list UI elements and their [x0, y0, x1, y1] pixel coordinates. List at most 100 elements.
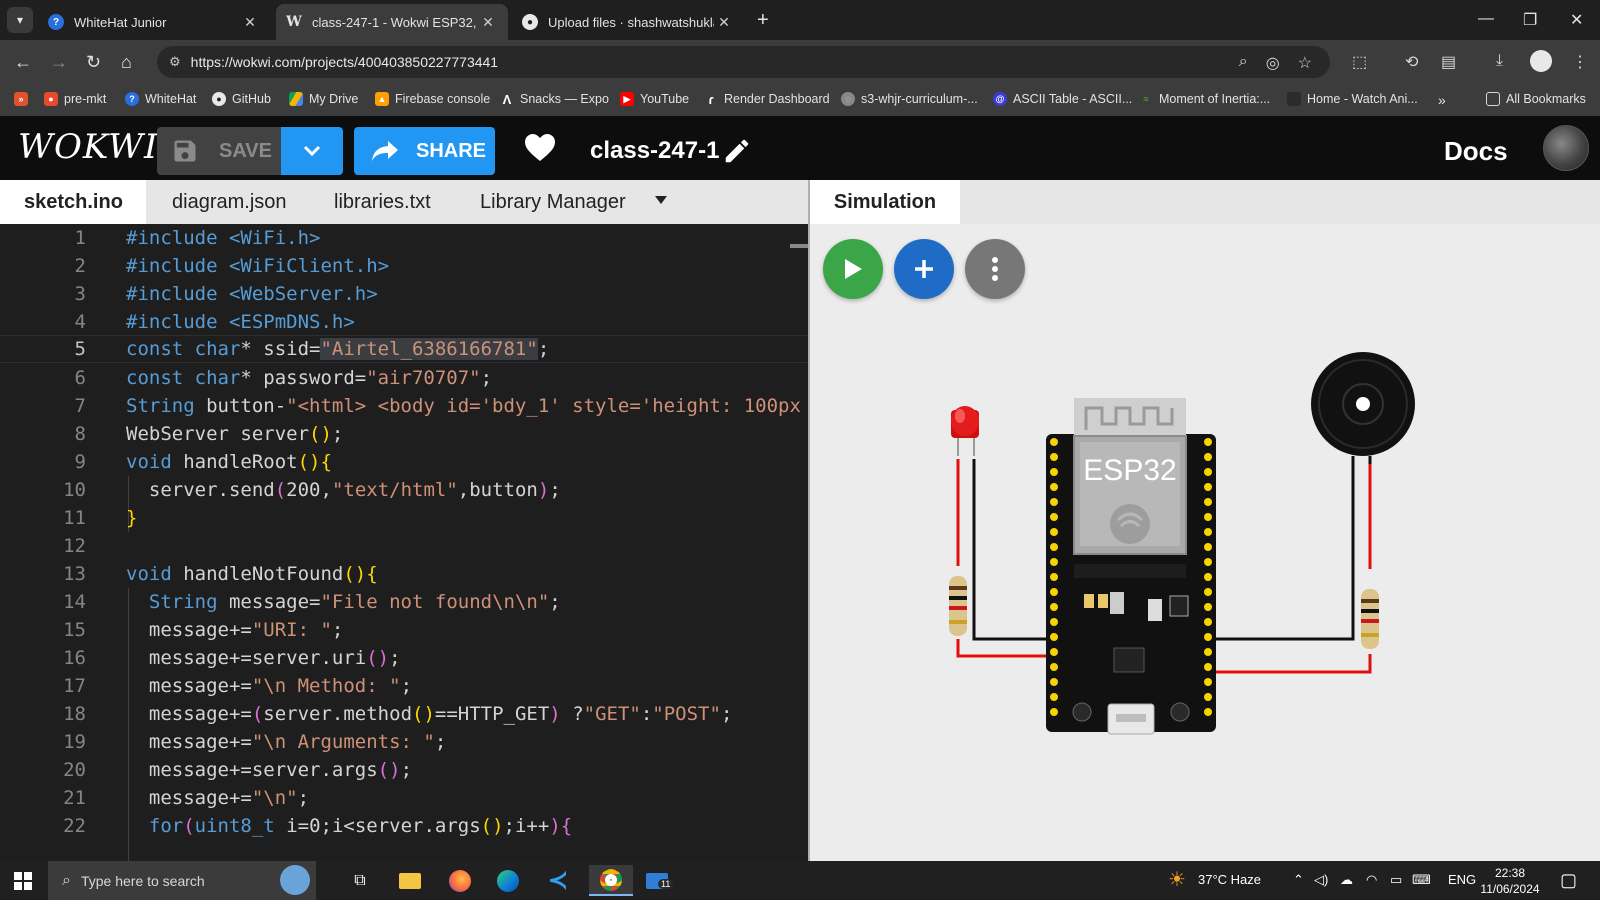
bookmark-pre-mkt[interactable]: ● pre-mkt — [44, 92, 106, 106]
bookmark-star-icon[interactable]: ☆ — [1298, 53, 1312, 73]
wokwi-header: WOKWI SAVE SHARE class-247-1 Docs — [0, 116, 1600, 180]
project-name[interactable]: class-247-1 — [590, 137, 719, 165]
wokwi-logo[interactable]: WOKWI — [18, 127, 158, 167]
code-editor[interactable]: 1 #include <WiFi.h> 2 #include <WiFiClient… — [0, 224, 808, 861]
line-number: 8 — [74, 423, 86, 445]
save-button[interactable]: SAVE — [157, 127, 281, 175]
volume-icon[interactable]: ◁) — [1314, 872, 1328, 888]
avatar[interactable] — [1543, 125, 1589, 171]
new-tab-icon[interactable]: + — [757, 9, 769, 32]
restore-icon[interactable]: ❐ — [1523, 10, 1537, 30]
firefox-icon[interactable] — [443, 865, 477, 896]
share-label: SHARE — [416, 139, 487, 162]
bookmark-label: My Drive — [309, 92, 359, 106]
bookmarks-bar: » ● pre-mkt ? WhiteHat ● GitHub My Drive ▲ F… — [0, 84, 1600, 116]
bookmark-my-drive[interactable]: My Drive — [289, 92, 358, 106]
vscode-icon[interactable]: ≺ — [541, 865, 575, 896]
language-indicator[interactable]: ENG — [1448, 872, 1476, 887]
all-bookmarks[interactable]: All Bookmarks — [1486, 92, 1586, 106]
windows-start-icon[interactable] — [6, 865, 40, 896]
code-text: #include <WebServer.h> — [126, 283, 378, 305]
expo-icon: Λ — [502, 91, 512, 107]
code-line: 14 String message="File not found\n\n"; — [0, 588, 808, 616]
battery-icon[interactable]: ▭ — [1390, 872, 1402, 888]
weather-icon[interactable]: ☀ — [1168, 867, 1186, 892]
eye-slash-icon[interactable]: ◎ — [1266, 53, 1280, 73]
bookmark-label: ASCII Table - ASCII... — [1013, 92, 1133, 106]
zoom-icon[interactable]: ⌕ — [1239, 53, 1248, 73]
reload-icon[interactable]: ↻ — [86, 52, 101, 73]
chrome-icon[interactable] — [589, 865, 633, 896]
whitehat-favicon-icon: ? — [48, 14, 64, 30]
download-icon[interactable]: ⤓ — [1496, 52, 1503, 70]
tabs-dropdown-icon[interactable] — [655, 196, 667, 204]
menu-icon[interactable]: ⋮ — [1572, 52, 1588, 72]
browser-toolbar: ← → ↻ ⌂ ⚙ https://wokwi.com/projects/400… — [0, 40, 1600, 84]
edge-icon[interactable] — [491, 865, 525, 896]
share-arrow-icon — [372, 141, 398, 161]
tab-library-manager[interactable]: Library Manager — [456, 180, 650, 224]
taskbar-search[interactable]: ⌕ Type here to search — [48, 861, 316, 900]
heart-icon[interactable] — [524, 133, 556, 163]
bookmark-whitehat[interactable]: ? WhiteHat — [125, 92, 196, 106]
close-tab-icon[interactable]: ✕ — [714, 14, 734, 31]
bookmark-watch-anime[interactable]: Home - Watch Ani... — [1287, 92, 1418, 106]
save-options-dropdown[interactable] — [281, 127, 343, 175]
forward-icon[interactable]: → — [50, 52, 68, 73]
windows-taskbar: ⌕ Type here to search ⧉ ≺ 11 ☀ 37°C Haze… — [0, 861, 1600, 900]
bookmark-github[interactable]: ● GitHub — [212, 92, 271, 106]
site-info-icon[interactable]: ⚙ — [169, 54, 181, 70]
tab-simulation[interactable]: Simulation — [810, 180, 960, 224]
back-icon[interactable]: ← — [14, 52, 32, 73]
bookmark-render[interactable]: ɾ Render Dashboard — [704, 92, 829, 107]
extensions-icon[interactable]: ⬚ — [1352, 52, 1367, 72]
mail-icon[interactable]: 11 — [640, 865, 674, 896]
code-line: 3 #include <WebServer.h> — [0, 280, 808, 308]
tab-diagram-json[interactable]: diagram.json — [148, 180, 311, 224]
line-number: 10 — [63, 479, 86, 501]
browser-tab-wokwi[interactable]: W class-247-1 - Wokwi ESP32, STM ✕ — [276, 4, 508, 40]
close-tab-icon[interactable]: ✕ — [478, 14, 498, 31]
network-status-icon[interactable]: ☁ — [1340, 872, 1353, 888]
bookmark-youtube[interactable]: ▶ YouTube — [620, 92, 689, 106]
board-label: ESP32 — [1083, 454, 1176, 487]
bookmark-s3-whjr[interactable]: ◌ s3-whjr-curriculum-... — [841, 92, 978, 106]
profile-icon[interactable] — [1530, 50, 1552, 72]
keyboard-icon[interactable]: ⌨ — [1412, 872, 1431, 888]
clock[interactable]: 22:38 11/06/2024 — [1480, 865, 1540, 897]
uri-string: "URI: " — [251, 619, 332, 641]
close-window-icon[interactable]: ✕ — [1570, 10, 1583, 30]
minimize-icon[interactable]: — — [1478, 10, 1494, 28]
docs-link[interactable]: Docs — [1444, 136, 1508, 167]
show-hidden-icons-icon[interactable]: ⌃ — [1293, 872, 1304, 888]
apps-icon[interactable]: » — [14, 92, 34, 106]
bookmark-snacks-expo[interactable]: Λ Snacks — Expo — [500, 91, 609, 107]
browser-tab-whitehat[interactable]: ? WhiteHat Junior ✕ — [38, 4, 270, 40]
editor-tab-bar: sketch.ino diagram.json libraries.txt Li… — [0, 180, 808, 224]
simulation-canvas[interactable]: ESP32 — [810, 224, 1600, 861]
notifications-icon[interactable]: ▢ — [1560, 870, 1577, 891]
line-number: 5 — [74, 338, 86, 360]
tab-title: WhiteHat Junior — [74, 14, 167, 30]
file-explorer-icon[interactable] — [393, 865, 427, 896]
tab-libraries-txt[interactable]: libraries.txt — [310, 180, 455, 224]
history-icon[interactable]: ⟲ — [1405, 52, 1418, 72]
share-button[interactable]: SHARE — [354, 127, 495, 175]
home-icon[interactable]: ⌂ — [121, 52, 132, 73]
task-view-icon[interactable]: ⧉ — [343, 865, 377, 896]
reading-list-icon[interactable]: ▤ — [1441, 52, 1456, 72]
bookmark-moment-of-inertia[interactable]: ≈ Moment of Inertia:... — [1139, 92, 1271, 106]
scrollbar-marker[interactable] — [790, 244, 808, 248]
wifi-icon[interactable]: ◠ — [1366, 872, 1377, 888]
close-tab-icon[interactable]: ✕ — [240, 14, 260, 31]
pencil-icon[interactable] — [722, 136, 752, 166]
browser-tab-github[interactable]: ● Upload files · shashwatshukla12 ✕ — [512, 4, 744, 40]
code-line: 12 — [0, 532, 808, 560]
bookmark-ascii-table[interactable]: @ ASCII Table - ASCII... — [993, 92, 1132, 106]
tab-search-button[interactable]: ▾ — [7, 7, 33, 33]
address-bar[interactable]: ⚙ https://wokwi.com/projects/40040385022… — [157, 46, 1330, 78]
bookmark-firebase[interactable]: ▲ Firebase console — [375, 92, 490, 106]
more-bookmarks-icon[interactable]: » — [1438, 92, 1446, 108]
weather-text[interactable]: 37°C Haze — [1198, 872, 1261, 887]
tab-sketch-ino[interactable]: sketch.ino — [0, 180, 146, 224]
